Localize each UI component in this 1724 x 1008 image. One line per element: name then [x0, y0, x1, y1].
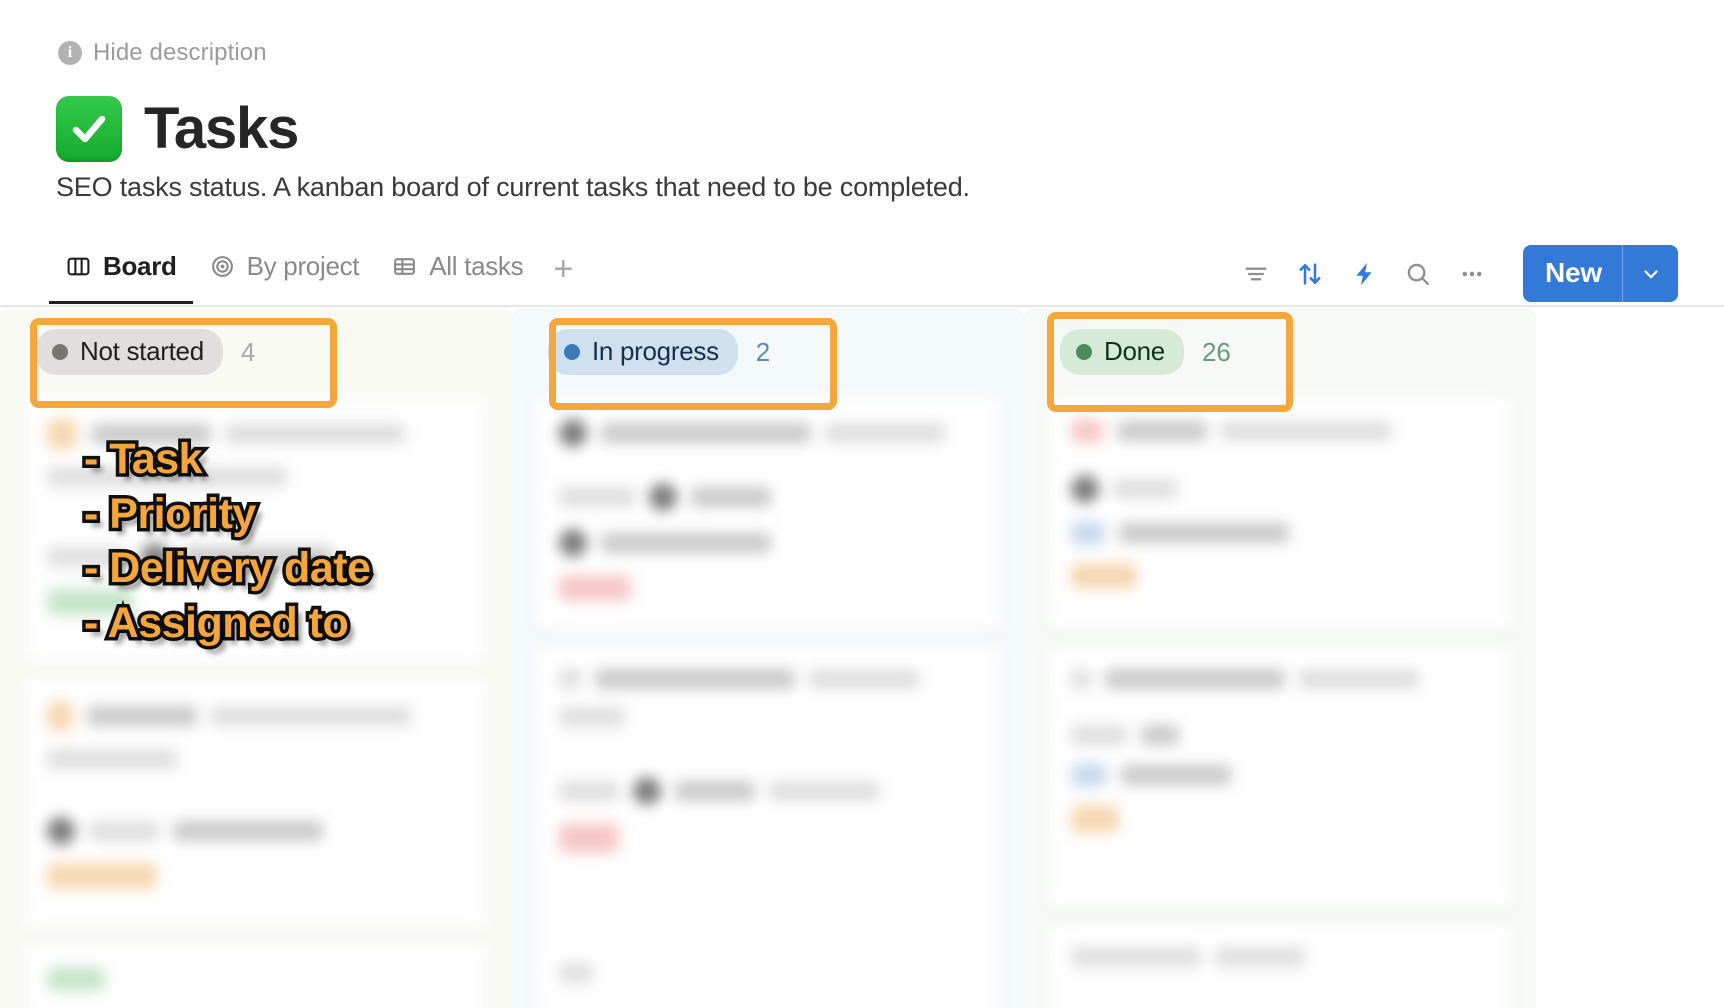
column-count: 4 — [240, 336, 256, 367]
tabbar-divider — [0, 305, 1724, 307]
status-label: Done — [1104, 336, 1165, 366]
search-icon[interactable] — [1391, 247, 1445, 301]
view-tabbar: Board By project All tasks + New — [0, 245, 1724, 307]
tab-board-label: Board — [103, 251, 177, 281]
status-badge-not-started[interactable]: Not started — [36, 329, 223, 375]
annotation-text-block: - Task - Priority - Delivery date - Assi… — [80, 432, 374, 651]
task-card[interactable] — [24, 678, 488, 928]
status-label: Not started — [80, 336, 204, 366]
task-card[interactable] — [24, 944, 488, 1008]
tab-board[interactable]: Board — [49, 245, 193, 304]
annotation-line-task: - Task — [80, 432, 206, 487]
status-label: In progress — [592, 336, 719, 366]
task-card[interactable] — [1048, 396, 1512, 630]
lightning-bolt-icon[interactable] — [1337, 247, 1391, 301]
active-tab-underline — [49, 301, 193, 304]
tab-by-project-label: By project — [246, 251, 360, 281]
task-card[interactable] — [1048, 646, 1512, 908]
status-dot-icon — [1076, 343, 1092, 360]
annotation-line-assigned-to: - Assigned to — [80, 595, 352, 650]
tasks-board-page: i Hide description Tasks SEO tasks statu… — [0, 0, 1724, 1008]
tab-by-project[interactable]: By project — [193, 245, 376, 304]
page-title-row: Tasks — [56, 96, 299, 162]
view-tabs: Board By project All tasks + — [49, 245, 587, 304]
kanban-board: Not started 4 In progress 2 Done 26 — [0, 308, 1724, 1008]
target-icon — [209, 253, 236, 280]
hide-description-label: Hide description — [93, 39, 267, 66]
column-count: 2 — [755, 336, 771, 367]
tab-all-tasks[interactable]: All tasks — [375, 245, 539, 304]
column-header-done[interactable]: Done 26 — [1038, 308, 1522, 396]
more-options-icon[interactable] — [1445, 247, 1499, 301]
task-card[interactable] — [1048, 924, 1512, 1008]
task-card[interactable] — [536, 396, 1000, 630]
column-in-progress: In progress 2 — [512, 308, 1024, 1008]
column-done: Done 26 — [1024, 308, 1536, 1008]
status-dot-icon — [52, 343, 68, 360]
annotation-line-delivery-date: - Delivery date — [80, 541, 374, 596]
filter-icon[interactable] — [1229, 247, 1283, 301]
sort-icon[interactable] — [1283, 247, 1337, 301]
chevron-down-icon[interactable] — [1622, 245, 1678, 302]
column-count: 26 — [1201, 336, 1231, 367]
hide-description-toggle[interactable]: i Hide description — [58, 39, 267, 67]
task-card[interactable] — [536, 646, 1000, 1008]
new-button[interactable]: New — [1523, 245, 1622, 302]
card-list-done — [1038, 396, 1522, 1008]
column-not-started: Not started 4 — [0, 308, 512, 1008]
status-badge-done[interactable]: Done — [1060, 329, 1184, 375]
status-badge-in-progress[interactable]: In progress — [548, 329, 738, 375]
table-icon — [391, 253, 418, 280]
column-header-not-started[interactable]: Not started 4 — [14, 308, 498, 396]
page-title[interactable]: Tasks — [144, 100, 299, 158]
page-description: SEO tasks status. A kanban board of curr… — [56, 172, 970, 202]
board-icon — [65, 253, 92, 280]
tab-all-tasks-label: All tasks — [429, 251, 524, 281]
white-check-mark-icon[interactable] — [56, 96, 122, 162]
annotation-line-priority: - Priority — [80, 486, 259, 541]
card-list-in-progress — [526, 396, 1010, 1008]
board-toolbar: New — [1229, 245, 1678, 302]
column-header-in-progress[interactable]: In progress 2 — [526, 308, 1010, 396]
new-button-group: New — [1523, 245, 1678, 302]
info-icon: i — [58, 41, 82, 65]
status-dot-icon — [564, 343, 580, 360]
add-view-button[interactable]: + — [539, 252, 587, 298]
